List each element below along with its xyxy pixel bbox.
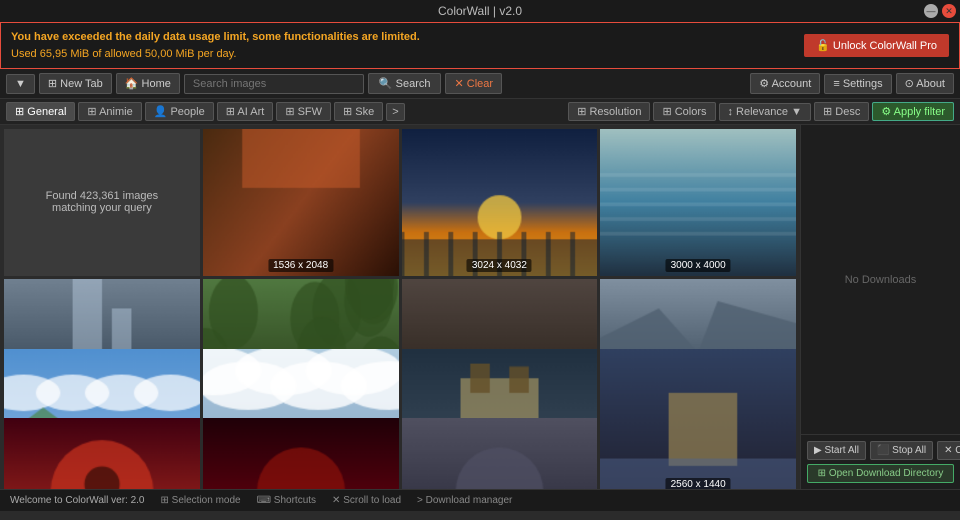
settings-btn[interactable]: ≡ Settings xyxy=(824,74,891,94)
title-bar: ColorWall | v2.0 — ✕ xyxy=(0,0,960,22)
image-canvas xyxy=(203,129,399,276)
image-cell[interactable]: 2560 x 1440 xyxy=(4,418,200,489)
about-btn[interactable]: ⊙ About xyxy=(896,73,954,94)
alert-line2: Used 65,95 MiB of allowed 50,00 MiB per … xyxy=(11,48,236,60)
clear-btn[interactable]: ✕ Clear xyxy=(445,73,502,94)
alert-text: You have exceeded the daily data usage l… xyxy=(11,29,420,62)
app-title: ColorWall | v2.0 xyxy=(438,4,522,18)
filter-desc[interactable]: ⊞ Desc xyxy=(814,102,869,121)
window-controls: — ✕ xyxy=(924,4,956,18)
status-scroll[interactable]: ✕ Scroll to load xyxy=(332,495,401,506)
search-btn[interactable]: 🔍 Search xyxy=(368,73,442,94)
image-cell[interactable]: 1536 x 2048 xyxy=(203,129,399,276)
filter-people[interactable]: 👤 People xyxy=(145,102,214,121)
image-canvas xyxy=(600,129,796,276)
apply-filter-btn[interactable]: ⚙ Apply filter xyxy=(872,102,954,121)
account-btn[interactable]: ⚙ Account xyxy=(750,73,820,94)
image-dimensions: 2560 x 1440 xyxy=(666,478,731,489)
unlock-btn[interactable]: 🔓 Unlock ColorWall Pro xyxy=(804,34,949,57)
image-grid: Found 423,361 images matching your query… xyxy=(0,125,800,489)
close-btn[interactable]: ✕ xyxy=(942,4,956,18)
filter-bar: ⊞ General ⊞ Animie 👤 People ⊞ AI Art ⊞ S… xyxy=(0,99,960,125)
filter-colors[interactable]: ⊞ Colors xyxy=(653,102,715,121)
status-selection[interactable]: ⊞ Selection mode xyxy=(161,495,241,506)
alert-bar: You have exceeded the daily data usage l… xyxy=(0,22,960,69)
image-dimensions: 1536 x 2048 xyxy=(268,259,333,272)
image-dimensions: 3024 x 4032 xyxy=(467,259,532,272)
results-text: Found 423,361 images matching your query xyxy=(46,190,159,214)
image-canvas xyxy=(402,418,598,489)
filter-sfw[interactable]: ⊞ SFW xyxy=(276,102,331,121)
filter-sketch[interactable]: ⊞ Ske xyxy=(334,102,383,121)
more-filters-btn[interactable]: > xyxy=(386,103,404,121)
status-manager[interactable]: > Download manager xyxy=(417,495,512,506)
stop-all-btn[interactable]: ⬛ Stop All xyxy=(870,441,933,460)
image-cell[interactable]: 3000 x 4000 xyxy=(600,129,796,276)
image-canvas xyxy=(203,418,399,489)
dl-btn-row1: ▶ Start All ⬛ Stop All ✕ Clear All xyxy=(807,441,954,460)
image-cell[interactable]: 2560 x 1440 xyxy=(203,418,399,489)
open-dir-btn[interactable]: ⊞ Open Download Directory xyxy=(807,464,954,483)
image-canvas xyxy=(402,129,598,276)
filter-relevance[interactable]: ↕ Relevance ▼ xyxy=(719,103,811,121)
filter-resolution[interactable]: ⊞ Resolution xyxy=(568,102,650,121)
right-panel: No Downloads ▶ Start All ⬛ Stop All ✕ Cl… xyxy=(800,125,960,489)
image-dimensions: 3000 x 4000 xyxy=(666,259,731,272)
download-controls: ▶ Start All ⬛ Stop All ✕ Clear All ⊞ Ope… xyxy=(801,434,960,489)
home-btn[interactable]: 🏠 Home xyxy=(116,73,180,94)
filter-general[interactable]: ⊞ General xyxy=(6,102,75,121)
status-welcome: Welcome to ColorWall ver: 2.0 xyxy=(10,495,145,506)
no-downloads-text: No Downloads xyxy=(845,274,917,286)
search-input[interactable] xyxy=(184,74,364,94)
image-canvas xyxy=(600,349,796,489)
status-bar: Welcome to ColorWall ver: 2.0 ⊞ Selectio… xyxy=(0,489,960,511)
filter-ai-art[interactable]: ⊞ AI Art xyxy=(217,102,274,121)
dropdown-btn[interactable]: ▼ xyxy=(6,74,35,94)
minimize-btn[interactable]: — xyxy=(924,4,938,18)
image-cell[interactable]: 3024 x 4032 xyxy=(402,129,598,276)
filter-animie[interactable]: ⊞ Animie xyxy=(78,102,141,121)
image-cell[interactable]: 2560 x 1440 xyxy=(600,349,796,489)
status-shortcuts[interactable]: ⌨ Shortcuts xyxy=(257,495,316,506)
main-area: Found 423,361 images matching your query… xyxy=(0,125,960,489)
toolbar: ▼ ⊞ New Tab 🏠 Home 🔍 Search ✕ Clear ⚙ Ac… xyxy=(0,69,960,99)
image-cell[interactable]: 2560 x 1440 xyxy=(402,418,598,489)
results-info: Found 423,361 images matching your query xyxy=(4,129,200,276)
dropdown-arrow: ▼ xyxy=(15,78,26,90)
image-canvas xyxy=(4,418,200,489)
new-tab-btn[interactable]: ⊞ New Tab xyxy=(39,73,112,94)
clear-all-btn[interactable]: ✕ Clear All xyxy=(937,441,960,460)
start-all-btn[interactable]: ▶ Start All xyxy=(807,441,866,460)
downloads-area: No Downloads xyxy=(801,125,960,434)
alert-line1: You have exceeded the daily data usage l… xyxy=(11,31,420,43)
